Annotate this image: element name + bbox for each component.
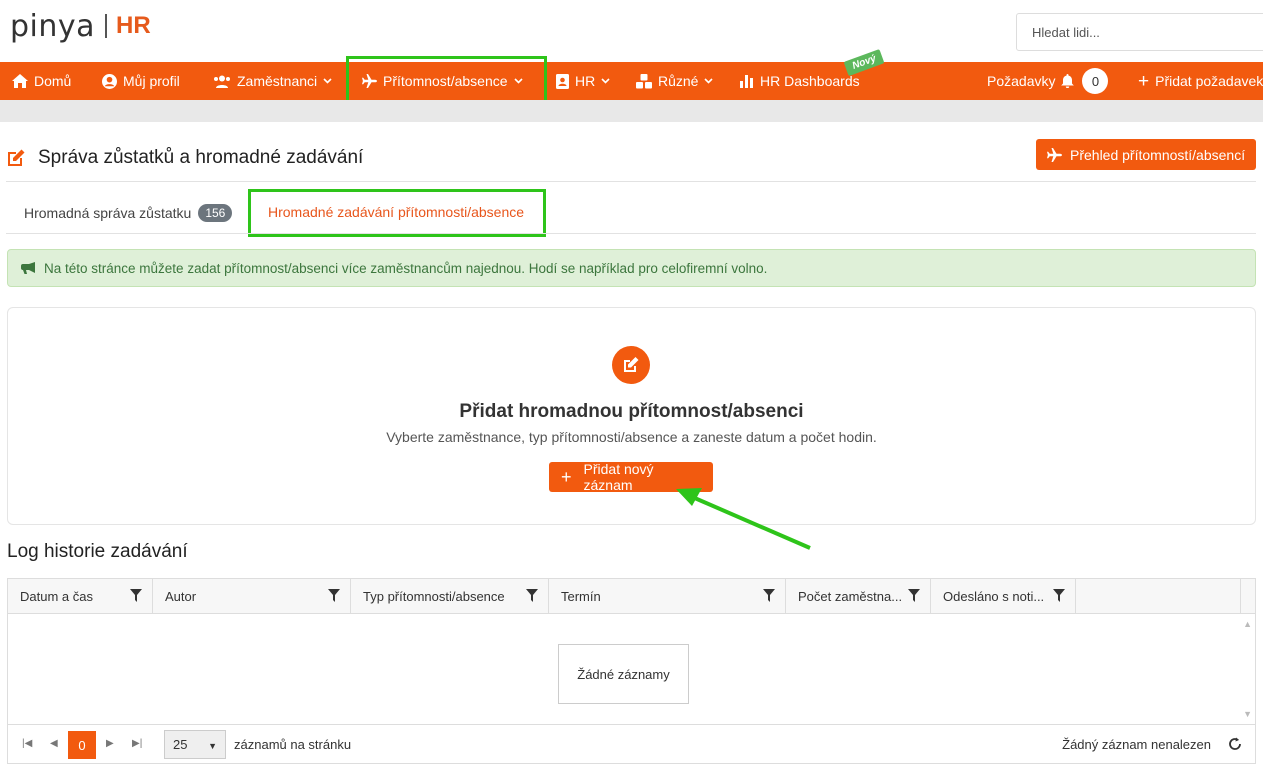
requests-label: Požadavky bbox=[987, 73, 1056, 89]
address-card-icon bbox=[556, 73, 569, 89]
page-size-label: záznamů na stránku bbox=[234, 737, 352, 752]
logo-text: pinya bbox=[10, 8, 96, 44]
tabs-divider bbox=[6, 233, 1256, 234]
user-circle-icon bbox=[102, 73, 117, 89]
requests-count-badge: 0 bbox=[1082, 68, 1109, 94]
add-request-button[interactable]: + Přidat požadavek bbox=[1138, 62, 1263, 100]
filter-icon[interactable] bbox=[526, 589, 538, 602]
logo-hr-text: HR bbox=[116, 12, 151, 39]
nav-item-label: Můj profil bbox=[123, 73, 180, 89]
header: pinya HR bbox=[0, 0, 1263, 62]
chevron-down-icon bbox=[323, 77, 332, 86]
bar-chart-icon bbox=[740, 74, 754, 88]
page-size-select[interactable]: 25 ▼ bbox=[164, 730, 226, 759]
logo[interactable]: pinya HR bbox=[10, 6, 151, 46]
column-header-notification[interactable]: Odesláno s noti... bbox=[931, 579, 1076, 614]
empty-state: Žádné záznamy bbox=[558, 644, 689, 704]
scroll-down-icon[interactable]: ▼ bbox=[1243, 709, 1252, 719]
overview-button-label: Přehled přítomností/absencí bbox=[1070, 146, 1246, 163]
page-title: Správa zůstatků a hromadné zadávání bbox=[6, 147, 363, 169]
divider bbox=[6, 181, 1256, 182]
bullhorn-icon bbox=[21, 261, 35, 274]
filter-icon[interactable] bbox=[328, 589, 340, 602]
column-header-type[interactable]: Typ přítomnosti/absence bbox=[351, 579, 549, 614]
filter-icon[interactable] bbox=[908, 589, 920, 602]
column-label: Odesláno s noti... bbox=[943, 589, 1045, 604]
main-nav: Domů Můj profil Zaměstnanci Přítomnost/a… bbox=[0, 62, 1263, 100]
logo-separator bbox=[105, 14, 108, 38]
column-header-datetime[interactable]: Datum a čas bbox=[8, 579, 153, 614]
bulk-entry-card: Přidat hromadnou přítomnost/absenci Vybe… bbox=[7, 307, 1256, 525]
filter-icon[interactable] bbox=[1053, 589, 1065, 602]
chevron-down-icon bbox=[704, 77, 714, 86]
tab-balance-management[interactable]: Hromadná správa zůstatku 156 bbox=[24, 204, 233, 222]
grid-header: Datum a čas Autor Typ přítomnosti/absenc… bbox=[8, 579, 1255, 614]
page-title-text: Správa zůstatků a hromadné zadávání bbox=[38, 147, 364, 168]
column-label: Autor bbox=[165, 589, 197, 604]
edit-icon bbox=[612, 346, 650, 384]
alert-text: Na této stránce můžete zadat přítomnost/… bbox=[44, 260, 768, 276]
edit-icon bbox=[6, 148, 26, 168]
first-page-icon[interactable]: |◀ bbox=[22, 738, 32, 749]
column-label: Datum a čas bbox=[20, 589, 93, 604]
tab-label: Hromadná správa zůstatku bbox=[24, 205, 192, 221]
filter-icon[interactable] bbox=[130, 589, 142, 602]
nav-item-label: HR bbox=[575, 73, 596, 89]
plus-icon: + bbox=[561, 467, 572, 487]
caret-down-icon: ▼ bbox=[208, 741, 217, 751]
current-page[interactable]: 0 bbox=[68, 731, 96, 759]
nav-item-label: Zaměstnanci bbox=[237, 73, 318, 89]
card-subtitle: Vyberte zaměstnance, typ přítomnosti/abs… bbox=[386, 429, 877, 445]
refresh-icon[interactable] bbox=[1227, 736, 1243, 752]
users-icon bbox=[213, 75, 231, 88]
column-header-empty bbox=[1076, 579, 1241, 614]
pager-info: Žádný záznam nenalezen bbox=[1062, 737, 1211, 752]
nav-item-hr-dashboards[interactable]: HR Dashboards bbox=[740, 62, 860, 100]
last-page-icon[interactable]: ▶| bbox=[132, 738, 142, 749]
nav-item-label: Domů bbox=[34, 73, 72, 89]
nav-item-profile[interactable]: Můj profil bbox=[102, 62, 180, 100]
column-header-employee-count[interactable]: Počet zaměstna... bbox=[786, 579, 931, 614]
plane-icon bbox=[1047, 147, 1062, 162]
column-header-term[interactable]: Termín bbox=[549, 579, 786, 614]
info-alert: Na této stránce můžete zadat přítomnost/… bbox=[7, 249, 1256, 287]
filter-icon[interactable] bbox=[763, 589, 775, 602]
column-label: Termín bbox=[561, 589, 601, 604]
home-icon bbox=[12, 74, 28, 88]
log-title: Log historie zadávání bbox=[7, 541, 188, 562]
column-label: Typ přítomnosti/absence bbox=[363, 589, 505, 604]
subheader-bar bbox=[0, 100, 1263, 122]
prev-page-icon[interactable]: ◀ bbox=[50, 738, 58, 749]
nav-item-home[interactable]: Domů bbox=[12, 62, 71, 100]
search-input[interactable] bbox=[1016, 13, 1263, 51]
pager: |◀ ◀ 0 ▶ ▶| 25 ▼ záznamů na stránku Žádn… bbox=[8, 724, 1255, 764]
nav-item-employees[interactable]: Zaměstnanci bbox=[213, 62, 332, 100]
scroll-up-icon[interactable]: ▲ bbox=[1243, 619, 1252, 629]
log-grid: Datum a čas Autor Typ přítomnosti/absenc… bbox=[7, 578, 1256, 764]
requests-button[interactable]: Požadavky 0 bbox=[987, 62, 1109, 100]
cubes-icon bbox=[636, 73, 652, 89]
next-page-icon[interactable]: ▶ bbox=[106, 738, 114, 749]
column-header-author[interactable]: Autor bbox=[153, 579, 351, 614]
nav-item-hr[interactable]: HR bbox=[556, 62, 610, 100]
add-request-label: Přidat požadavek bbox=[1155, 73, 1263, 89]
highlight-box-nav bbox=[346, 56, 547, 103]
card-title: Přidat hromadnou přítomnost/absenci bbox=[459, 401, 804, 422]
count-badge: 156 bbox=[198, 204, 233, 222]
page-size-value: 25 bbox=[173, 737, 188, 752]
nav-item-label: Různé bbox=[658, 73, 699, 89]
nav-item-misc[interactable]: Různé bbox=[636, 62, 714, 100]
column-label: Počet zaměstna... bbox=[798, 589, 903, 604]
chevron-down-icon bbox=[601, 77, 610, 86]
attendance-overview-button[interactable]: Přehled přítomností/absencí bbox=[1036, 139, 1256, 170]
nav-item-label: HR Dashboards bbox=[760, 73, 860, 89]
plus-icon: + bbox=[1138, 70, 1150, 92]
add-new-record-button[interactable]: + Přidat nový záznam bbox=[549, 461, 713, 493]
highlight-box-tab bbox=[248, 189, 546, 237]
bell-icon bbox=[1061, 74, 1075, 88]
add-button-label: Přidat nový záznam bbox=[583, 461, 654, 493]
